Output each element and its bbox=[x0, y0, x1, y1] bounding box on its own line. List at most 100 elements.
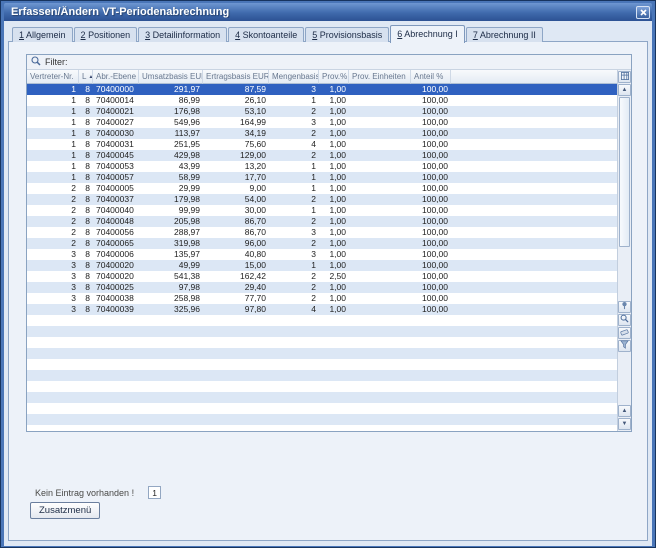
cell: 8 bbox=[79, 117, 93, 128]
cell: 86,70 bbox=[203, 227, 269, 238]
column-header[interactable]: Vertreter-Nr. bbox=[27, 70, 79, 84]
cell: 40,80 bbox=[203, 249, 269, 260]
cell-filler bbox=[451, 238, 617, 249]
filter-button[interactable] bbox=[618, 340, 631, 352]
column-header[interactable]: Umsatzbasis EUR bbox=[139, 70, 203, 84]
cell: 1,00 bbox=[319, 183, 349, 194]
column-header[interactable]: Anteil % bbox=[411, 70, 451, 84]
cell: 1,00 bbox=[319, 84, 349, 95]
cell: 1,00 bbox=[319, 216, 349, 227]
table-row[interactable]: 3870400020541,38162,4222,50100,00 bbox=[27, 271, 617, 282]
cell: 100,00 bbox=[411, 106, 451, 117]
cell: 2 bbox=[269, 128, 319, 139]
zoom-button[interactable] bbox=[618, 314, 631, 326]
table-row[interactable]: 287040000529,999,0011,00100,00 bbox=[27, 183, 617, 194]
zusatzmenu-button[interactable]: Zusatzmenü bbox=[30, 502, 100, 519]
column-chooser-button[interactable] bbox=[618, 71, 631, 83]
table-row[interactable]: 3870400039325,9697,8041,00100,00 bbox=[27, 304, 617, 315]
cell bbox=[349, 194, 411, 205]
column-header[interactable]: Prov. Einheiten bbox=[349, 70, 411, 84]
column-header-filler bbox=[451, 70, 617, 84]
cell-filler bbox=[451, 194, 617, 205]
cell: 162,42 bbox=[203, 271, 269, 282]
table-row[interactable]: 1870400031251,9575,6041,00100,00 bbox=[27, 139, 617, 150]
filter-row[interactable]: Filter: bbox=[27, 55, 631, 70]
cell: 1,00 bbox=[319, 128, 349, 139]
table-row[interactable]: 3870400038258,9877,7021,00100,00 bbox=[27, 293, 617, 304]
cell: 4 bbox=[269, 139, 319, 150]
table-row[interactable]: 387040002049,9915,0011,00100,00 bbox=[27, 260, 617, 271]
cell: 70400000 bbox=[93, 84, 139, 95]
table-row[interactable]: 1870400045429,98129,0021,00100,00 bbox=[27, 150, 617, 161]
cell: 100,00 bbox=[411, 271, 451, 282]
cell: 429,98 bbox=[139, 150, 203, 161]
tab-4[interactable]: 4 Skontoanteile bbox=[228, 27, 304, 42]
scroll-up-button[interactable]: ▲ bbox=[618, 84, 631, 96]
cell: 2 bbox=[269, 194, 319, 205]
cell: 70400030 bbox=[93, 128, 139, 139]
clear-filter-button[interactable] bbox=[618, 327, 631, 339]
tab-7[interactable]: 7 Abrechnung II bbox=[466, 27, 543, 42]
cell: 9,00 bbox=[203, 183, 269, 194]
titlebar[interactable]: Erfassen/Ändern VT-Periodenabrechnung bbox=[4, 3, 652, 21]
arrow-up-icon: ▲ bbox=[622, 87, 628, 93]
cell bbox=[349, 95, 411, 106]
table-row[interactable]: 387040002597,9829,4021,00100,00 bbox=[27, 282, 617, 293]
cell: 1,00 bbox=[319, 249, 349, 260]
table-row[interactable]: 2870400056288,9786,7031,00100,00 bbox=[27, 227, 617, 238]
table-row[interactable]: 187040005343,9913,2011,00100,00 bbox=[27, 161, 617, 172]
grid-columns: Vertreter-Nr.L▲Abr.-EbeneUmsatzbasis EUR… bbox=[27, 70, 617, 431]
cell: 70400025 bbox=[93, 282, 139, 293]
funnel-icon bbox=[620, 340, 629, 351]
table-row[interactable]: 2870400065319,9896,0021,00100,00 bbox=[27, 238, 617, 249]
cell: 2 bbox=[269, 282, 319, 293]
cell-filler bbox=[451, 293, 617, 304]
scroll-down-button[interactable]: ▼ bbox=[618, 418, 631, 430]
cell: 70400048 bbox=[93, 216, 139, 227]
table-row[interactable]: 287040004099,9930,0011,00100,00 bbox=[27, 205, 617, 216]
cell: 1 bbox=[27, 117, 79, 128]
cell: 29,40 bbox=[203, 282, 269, 293]
cell: 100,00 bbox=[411, 216, 451, 227]
cell: 100,00 bbox=[411, 172, 451, 183]
pin-button[interactable] bbox=[618, 301, 631, 313]
cell-filler bbox=[451, 227, 617, 238]
table-row[interactable]: 1870400000291,9787,5931,00100,00 bbox=[27, 84, 617, 95]
table-row[interactable]: 3870400006135,9740,8031,00100,00 bbox=[27, 249, 617, 260]
cell-filler bbox=[451, 95, 617, 106]
cell: 8 bbox=[79, 183, 93, 194]
column-header[interactable]: Prov.% bbox=[319, 70, 349, 84]
cell: 3 bbox=[269, 117, 319, 128]
scroll-up-bottom-button[interactable]: ▲ bbox=[618, 405, 631, 417]
tab-1[interactable]: 1 Allgemein bbox=[12, 27, 73, 42]
cell: 1 bbox=[27, 161, 79, 172]
tab-5[interactable]: 5 Provisionsbasis bbox=[305, 27, 389, 42]
scrollbar-thumb[interactable] bbox=[619, 97, 630, 247]
tab-2[interactable]: 2 Positionen bbox=[74, 27, 138, 42]
table-row[interactable]: 2870400037179,9854,0021,00100,00 bbox=[27, 194, 617, 205]
cell: 2 bbox=[27, 194, 79, 205]
magnifier-icon bbox=[620, 314, 629, 325]
cell: 8 bbox=[79, 194, 93, 205]
close-button[interactable] bbox=[636, 6, 650, 19]
table-row[interactable]: 187040005758,9917,7011,00100,00 bbox=[27, 172, 617, 183]
table-row[interactable]: 2870400048205,9886,7021,00100,00 bbox=[27, 216, 617, 227]
tab-6[interactable]: 6 Abrechnung I bbox=[390, 25, 465, 43]
cell: 8 bbox=[79, 84, 93, 95]
table-row[interactable]: 187040001486,9926,1011,00100,00 bbox=[27, 95, 617, 106]
column-header[interactable]: Mengenbasis bbox=[269, 70, 319, 84]
table-row[interactable]: 1870400027549,96164,9931,00100,00 bbox=[27, 117, 617, 128]
column-header[interactable]: Ertragsbasis EUR bbox=[203, 70, 269, 84]
cell: 70400005 bbox=[93, 183, 139, 194]
table-row[interactable]: 1870400021176,9853,1021,00100,00 bbox=[27, 106, 617, 117]
cell: 100,00 bbox=[411, 304, 451, 315]
table-row[interactable]: 1870400030113,9734,1921,00100,00 bbox=[27, 128, 617, 139]
cell bbox=[349, 282, 411, 293]
cell: 100,00 bbox=[411, 249, 451, 260]
tab-3[interactable]: 3 Detailinformation bbox=[138, 27, 227, 42]
cell: 1 bbox=[27, 150, 79, 161]
cell-filler bbox=[451, 260, 617, 271]
column-header[interactable]: Abr.-Ebene bbox=[93, 70, 139, 84]
column-header[interactable]: L▲ bbox=[79, 70, 93, 84]
cell: 29,99 bbox=[139, 183, 203, 194]
